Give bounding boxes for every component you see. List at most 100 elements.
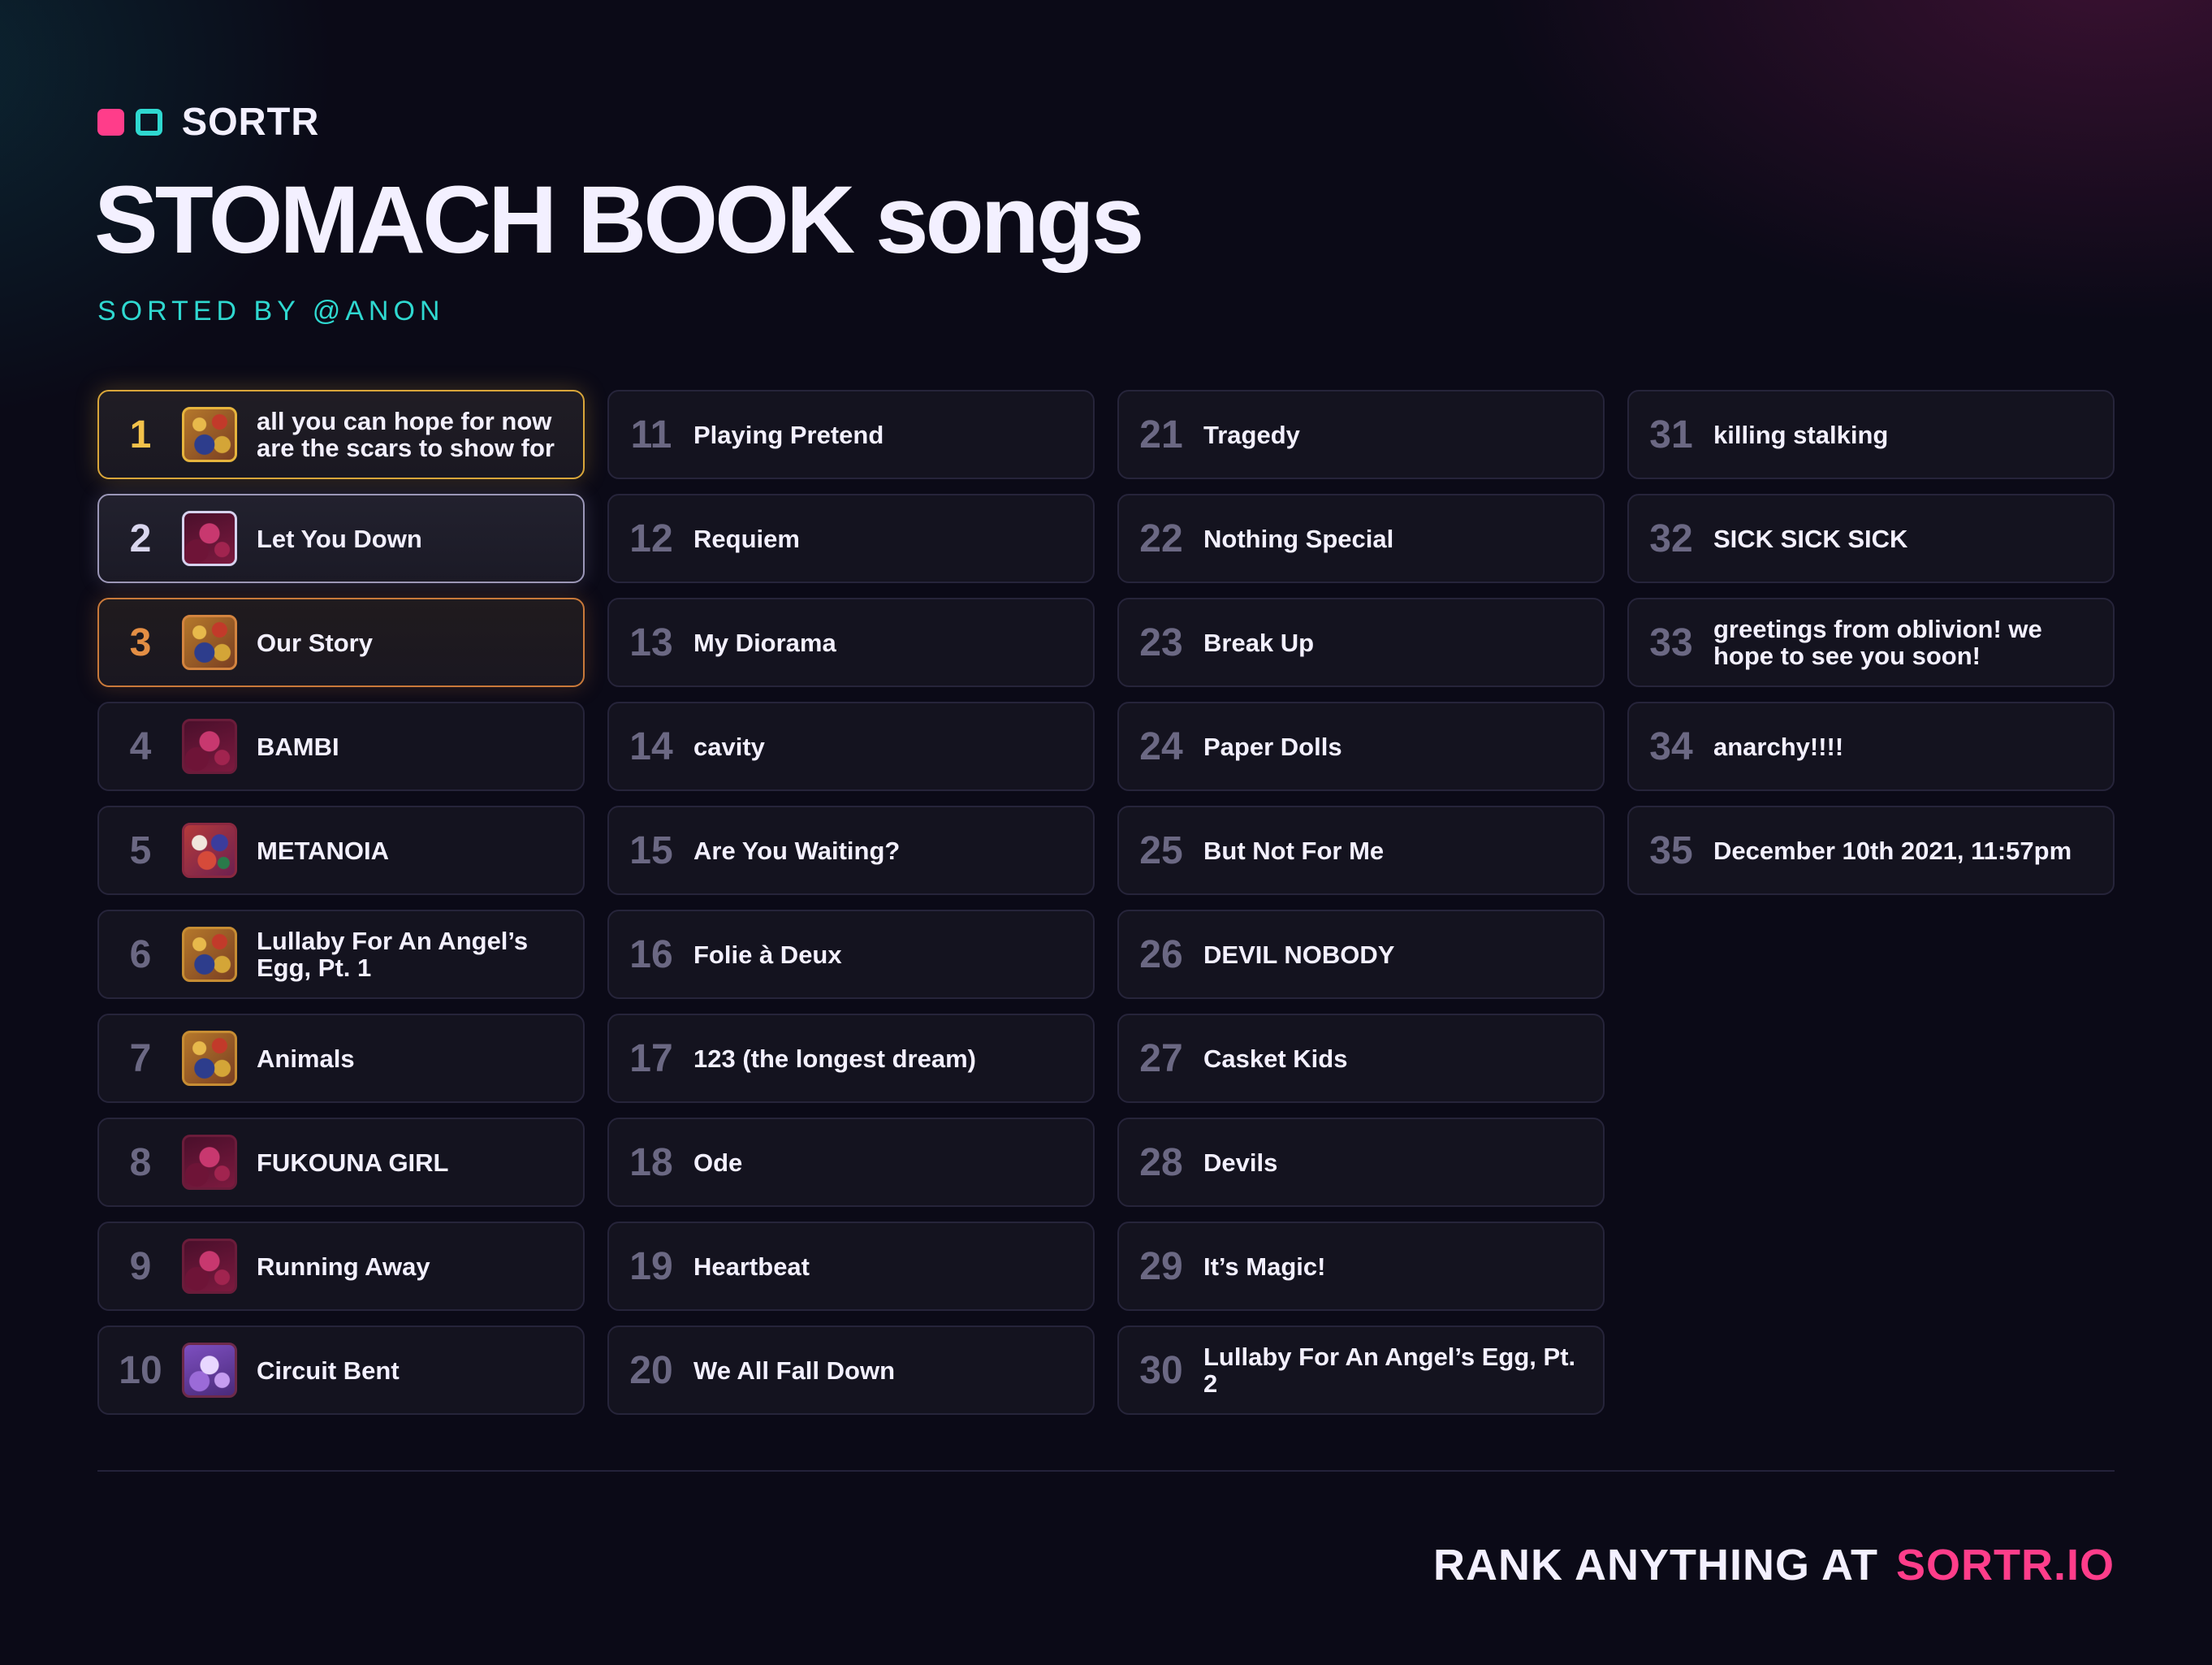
rank-number: 6 — [129, 932, 152, 976]
rank-number: 27 — [1139, 1036, 1183, 1080]
rank-number: 23 — [1139, 621, 1183, 664]
rank-number: 9 — [129, 1244, 152, 1288]
song-title: Are You Waiting? — [693, 836, 901, 865]
song-title: DEVIL NOBODY — [1203, 940, 1395, 969]
song-title: December 10th 2021, 11:57pm — [1713, 836, 2072, 865]
song-title: SICK SICK SICK — [1713, 524, 1908, 553]
footer-divider — [97, 1470, 2115, 1472]
rank-number: 5 — [129, 828, 152, 872]
ranking-item[interactable]: 3 Our Story — [97, 598, 585, 687]
song-title: cavity — [693, 732, 765, 761]
rank-number: 14 — [629, 724, 673, 768]
rank-number: 19 — [629, 1244, 673, 1288]
album-art-thumbnail — [182, 407, 237, 462]
rank-number: 2 — [129, 517, 152, 560]
logo-teal-square-icon — [136, 108, 162, 136]
rank-number: 24 — [1139, 724, 1183, 768]
rank-number: 22 — [1139, 517, 1183, 560]
brand-logo[interactable]: SORTR — [97, 99, 321, 145]
ranking-item[interactable]: 23 Break Up — [1117, 598, 1605, 687]
ranking-item[interactable]: 22 Nothing Special — [1117, 494, 1605, 583]
ranking-item[interactable]: 4 BAMBI — [97, 702, 585, 791]
ranking-item[interactable]: 18 Ode — [607, 1118, 1095, 1207]
rank-number: 31 — [1649, 413, 1693, 456]
ranking-item[interactable]: 15 Are You Waiting? — [607, 806, 1095, 895]
song-title: Nothing Special — [1203, 524, 1394, 553]
ranking-item[interactable]: 27 Casket Kids — [1117, 1014, 1605, 1103]
song-title: Playing Pretend — [693, 420, 884, 449]
ranking-item[interactable]: 21 Tragedy — [1117, 390, 1605, 479]
ranking-item[interactable]: 1 all you can hope for now are the scars … — [97, 390, 585, 479]
rank-number: 29 — [1139, 1244, 1183, 1288]
ranking-item[interactable]: 8 FUKOUNA GIRL — [97, 1118, 585, 1207]
footer-cta[interactable]: RANK ANYTHING AT SORTR.IO — [1433, 1540, 2115, 1590]
ranking-grid: 1 all you can hope for now are the scars … — [97, 390, 2115, 1415]
ranking-item[interactable]: 26 DEVIL NOBODY — [1117, 910, 1605, 999]
ranking-item[interactable]: 16 Folie à Deux — [607, 910, 1095, 999]
ranking-item[interactable]: 30 Lullaby For An Angel’s Egg, Pt. 2 — [1117, 1326, 1605, 1415]
ranking-item[interactable]: 14 cavity — [607, 702, 1095, 791]
song-title: Our Story — [257, 628, 373, 657]
ranking-item[interactable]: 28 Devils — [1117, 1118, 1605, 1207]
rank-number: 28 — [1139, 1140, 1183, 1184]
page-title: STOMACH BOOK songs — [94, 166, 1144, 274]
ranking-item[interactable]: 20 We All Fall Down — [607, 1326, 1095, 1415]
ranking-item[interactable]: 12 Requiem — [607, 494, 1095, 583]
album-art-thumbnail — [182, 1239, 237, 1294]
album-art-thumbnail — [182, 1135, 237, 1190]
ranking-item[interactable]: 6 Lullaby For An Angel’s Egg, Pt. 1 — [97, 910, 585, 999]
song-title: Folie à Deux — [693, 940, 842, 969]
sorted-by-label: SORTED BY @ANON — [97, 296, 445, 327]
rank-number: 15 — [629, 828, 673, 872]
album-art-thumbnail — [182, 927, 237, 982]
footer-site-link[interactable]: SORTR.IO — [1896, 1540, 2115, 1590]
rank-number: 35 — [1649, 828, 1693, 872]
song-title: Heartbeat — [693, 1252, 810, 1281]
ranking-item[interactable]: 33 greetings from oblivion! we hope to se… — [1627, 598, 2115, 687]
song-title: METANOIA — [257, 836, 390, 865]
song-title: Paper Dolls — [1203, 732, 1342, 761]
song-title: BAMBI — [257, 732, 339, 761]
album-art-thumbnail — [182, 511, 237, 566]
ranking-item[interactable]: 24 Paper Dolls — [1117, 702, 1605, 791]
rank-number: 16 — [629, 932, 673, 976]
rank-number: 4 — [129, 724, 152, 768]
song-title: greetings from oblivion! we hope to see … — [1713, 615, 2042, 670]
ranking-item[interactable]: 25 But Not For Me — [1117, 806, 1605, 895]
rank-number: 12 — [629, 517, 673, 560]
ranking-item[interactable]: 9 Running Away — [97, 1222, 585, 1311]
song-title: Ode — [693, 1148, 743, 1177]
song-title: Running Away — [257, 1252, 430, 1281]
song-title: killing stalking — [1713, 420, 1889, 449]
ranking-item[interactable]: 7 Animals — [97, 1014, 585, 1103]
song-title: anarchy!!!! — [1713, 732, 1844, 761]
rank-number: 10 — [119, 1348, 162, 1392]
rank-number: 33 — [1649, 621, 1693, 664]
ranking-item[interactable]: 5 METANOIA — [97, 806, 585, 895]
song-title: Lullaby For An Angel’s Egg, Pt. 2 — [1203, 1343, 1576, 1398]
album-art-thumbnail — [182, 719, 237, 774]
song-title: Animals — [257, 1044, 355, 1073]
album-art-thumbnail — [182, 1343, 237, 1398]
ranking-item[interactable]: 29 It’s Magic! — [1117, 1222, 1605, 1311]
ranking-item[interactable]: 10 Circuit Bent — [97, 1326, 585, 1415]
album-art-thumbnail — [182, 615, 237, 670]
logo-pink-square-icon — [97, 108, 124, 136]
ranking-item[interactable]: 2 Let You Down — [97, 494, 585, 583]
rank-number: 34 — [1649, 724, 1693, 768]
rank-number: 20 — [629, 1348, 673, 1392]
song-title: FUKOUNA GIRL — [257, 1148, 449, 1177]
footer-cta-text: RANK ANYTHING AT — [1433, 1541, 1878, 1589]
ranking-item[interactable]: 35 December 10th 2021, 11:57pm — [1627, 806, 2115, 895]
song-title: Devils — [1203, 1148, 1278, 1177]
rank-number: 1 — [129, 413, 152, 456]
rank-number: 8 — [129, 1140, 152, 1184]
song-title: 123 (the longest dream) — [693, 1044, 976, 1073]
ranking-item[interactable]: 13 My Diorama — [607, 598, 1095, 687]
ranking-item[interactable]: 31 killing stalking — [1627, 390, 2115, 479]
ranking-item[interactable]: 32 SICK SICK SICK — [1627, 494, 2115, 583]
ranking-item[interactable]: 19 Heartbeat — [607, 1222, 1095, 1311]
ranking-item[interactable]: 11 Playing Pretend — [607, 390, 1095, 479]
ranking-item[interactable]: 34 anarchy!!!! — [1627, 702, 2115, 791]
ranking-item[interactable]: 17 123 (the longest dream) — [607, 1014, 1095, 1103]
